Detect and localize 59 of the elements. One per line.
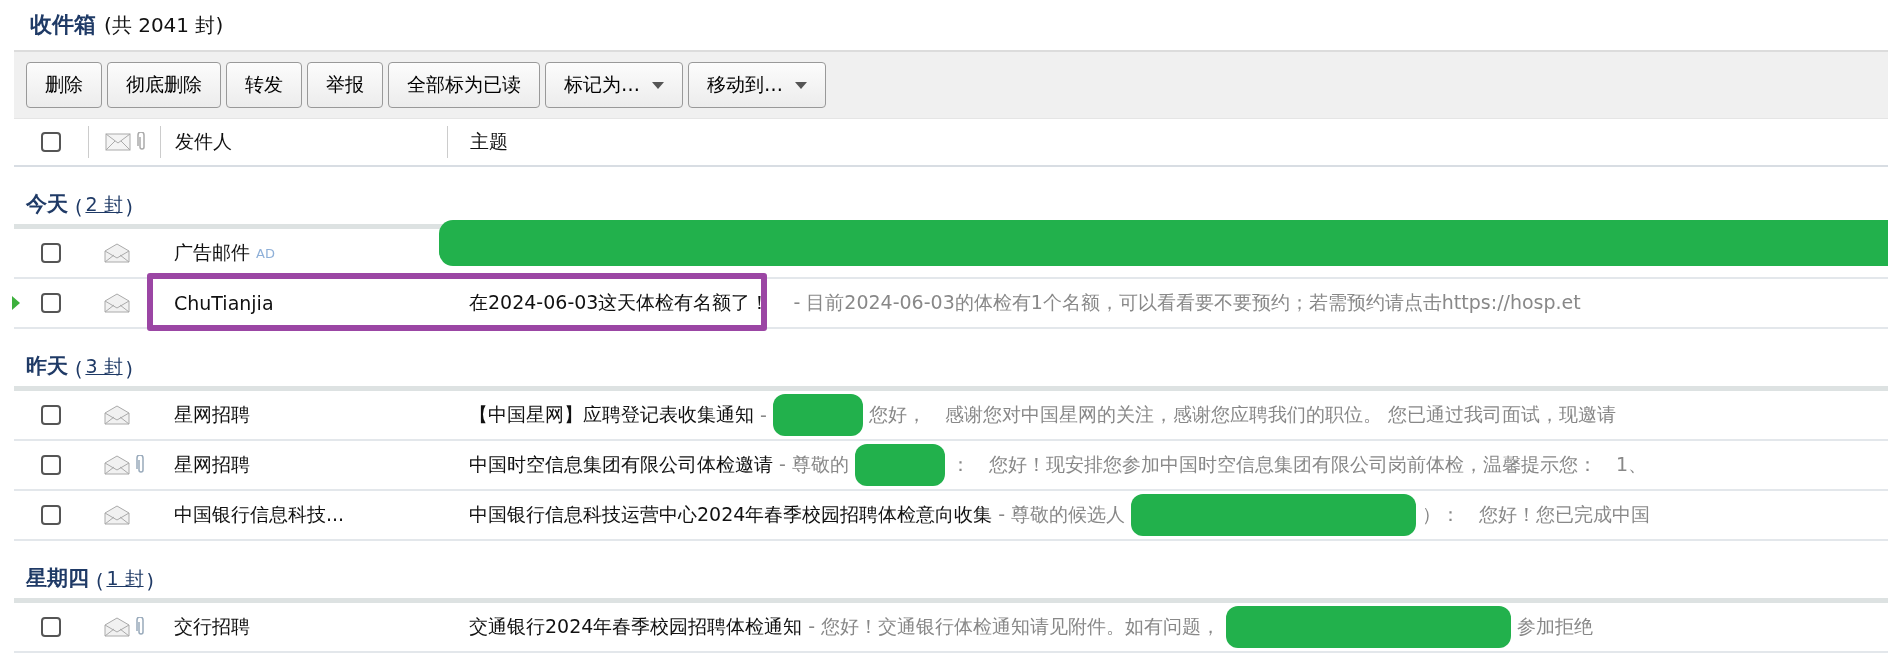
subject-text: 在2024-06-03这天体检有名额了！	[469, 290, 770, 315]
toolbar-button[interactable]: 全部标为已读	[388, 62, 540, 108]
toolbar-button[interactable]: 转发	[226, 62, 302, 108]
preview-text: - 目前2024-06-03的体检有1个名额，可以看看要不要预约；若需预约请点击https://hosp.et	[793, 290, 1581, 315]
group-label: 昨天	[26, 353, 68, 380]
preview-text: - 尊敬的	[779, 452, 849, 477]
paren: )	[125, 196, 133, 218]
sender-name: 中国银行信息科技...	[174, 502, 345, 527]
sender-name: ChuTianjia	[174, 292, 274, 314]
column-header[interactable]: 主题	[470, 129, 508, 155]
preview-text: 您好， 感谢您对中国星网的关注，感谢您应聘我们的职位。 您已通过我司面试，现邀请	[868, 402, 1616, 427]
paren: )	[146, 570, 154, 592]
row-checkbox[interactable]	[41, 455, 61, 475]
group-label: 星期四	[26, 565, 89, 592]
paren: (	[75, 358, 83, 380]
row-checkbox[interactable]	[41, 243, 61, 263]
group-label: 今天	[26, 191, 68, 218]
open-envelope-icon	[104, 405, 130, 425]
subject-text: 交通银行2024年春季校园招聘体检通知	[469, 614, 803, 639]
mailbox-title: 收件箱	[30, 11, 96, 39]
toolbar-button[interactable]: 彻底删除	[107, 62, 221, 108]
sender-name: 星网招聘	[174, 402, 250, 427]
open-envelope-icon	[104, 617, 130, 637]
group-count-link[interactable]: 2 封	[85, 192, 123, 218]
row-checkbox[interactable]	[41, 405, 61, 425]
ad-label: AD	[256, 245, 275, 261]
paren: (	[75, 196, 83, 218]
row-checkbox[interactable]	[41, 617, 61, 637]
subject-text: 中国时空信息集团有限公司体检邀请	[469, 452, 773, 477]
sender-name: 交行招聘	[174, 614, 250, 639]
select-all-checkbox[interactable]	[41, 132, 61, 152]
toolbar-button[interactable]: 举报	[307, 62, 383, 108]
subject-text: 中国银行信息科技运营中心2024年春季校园招聘体检意向收集	[469, 502, 993, 527]
group-count-link[interactable]: 1 封	[106, 566, 144, 592]
group-count-link[interactable]: 3 封	[85, 354, 123, 380]
column-header[interactable]: 发件人	[175, 129, 232, 155]
preview-text: -	[760, 404, 767, 426]
open-envelope-icon	[104, 243, 130, 263]
toolbar-button[interactable]: 删除	[26, 62, 102, 108]
paperclip-icon	[137, 132, 147, 152]
open-envelope-icon	[104, 505, 130, 525]
preview-text: ： 您好！现安排您参加中国时空信息集团有限公司岗前体检，温馨提示您： 1、	[950, 452, 1647, 477]
subject-text: 【中国星网】应聘登记表收集通知	[469, 402, 754, 427]
toolbar-button[interactable]: 移动到…	[688, 62, 826, 108]
preview-text: ）： 您好！您已完成中国	[1422, 502, 1651, 527]
envelope-icon	[105, 133, 131, 151]
preview-text: 参加拒绝	[1517, 614, 1594, 639]
sender-name: 广告邮件	[174, 240, 250, 265]
open-envelope-icon	[104, 293, 130, 313]
sender-name: 星网招聘	[174, 452, 250, 477]
mail-count: (共 2041 封)	[104, 11, 224, 39]
preview-text: - 尊敬的候选人	[998, 502, 1126, 527]
paren: )	[125, 358, 133, 380]
toolbar-button[interactable]: 标记为…	[545, 62, 683, 108]
preview-text: - 您好！交通银行体检通知请见附件。如有问题，	[808, 614, 1221, 639]
open-envelope-icon	[104, 455, 130, 475]
paren: (	[96, 570, 104, 592]
row-checkbox[interactable]	[41, 505, 61, 525]
row-checkbox[interactable]	[41, 293, 61, 313]
